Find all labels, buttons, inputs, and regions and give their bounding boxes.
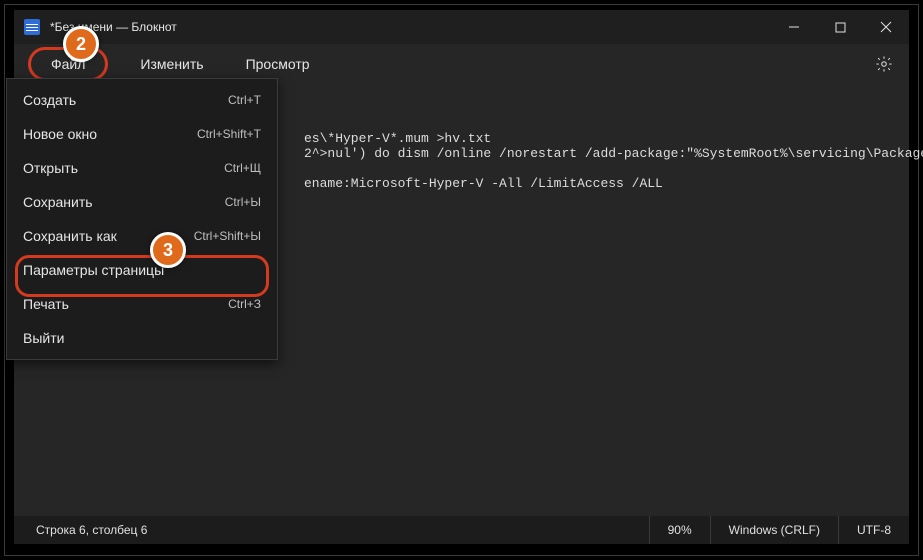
menu-item-label: Сохранить как <box>23 228 117 244</box>
maximize-button[interactable] <box>817 10 863 44</box>
status-encoding[interactable]: UTF-8 <box>838 516 909 544</box>
editor-line: es\*Hyper-V*.mum >hv.txt <box>304 131 491 146</box>
titlebar: *Без имени — Блокнот <box>14 10 909 44</box>
status-zoom[interactable]: 90% <box>649 516 710 544</box>
editor-line: 2^>nul') do dism /online /norestart /add… <box>304 146 923 161</box>
menu-item-open[interactable]: Открыть Ctrl+Щ <box>7 151 277 185</box>
menu-item-print[interactable]: Печать Ctrl+З <box>7 287 277 321</box>
menu-item-shortcut: Ctrl+Shift+T <box>197 127 261 141</box>
menu-item-save[interactable]: Сохранить Ctrl+Ы <box>7 185 277 219</box>
menu-item-shortcut: Ctrl+З <box>228 297 261 311</box>
minimize-button[interactable] <box>771 10 817 44</box>
menu-item-page-setup[interactable]: Параметры страницы <box>7 253 277 287</box>
menu-item-label: Открыть <box>23 160 78 176</box>
menu-item-label: Новое окно <box>23 126 97 142</box>
menu-item-new-window[interactable]: Новое окно Ctrl+Shift+T <box>7 117 277 151</box>
menu-item-shortcut: Ctrl+T <box>228 93 261 107</box>
statusbar: Строка 6, столбец 6 90% Windows (CRLF) U… <box>14 516 909 544</box>
menu-item-label: Параметры страницы <box>23 262 164 278</box>
menu-item-shortcut: Ctrl+Щ <box>224 161 261 175</box>
menu-item-shortcut: Ctrl+Shift+Ы <box>194 229 261 243</box>
menu-item-shortcut: Ctrl+Ы <box>225 195 261 209</box>
menu-item-label: Сохранить <box>23 194 93 210</box>
menu-item-label: Выйти <box>23 330 64 346</box>
menu-view[interactable]: Просмотр <box>236 52 320 76</box>
status-position: Строка 6, столбец 6 <box>36 523 147 537</box>
menu-item-exit[interactable]: Выйти <box>7 321 277 355</box>
menu-item-save-as[interactable]: Сохранить как Ctrl+Shift+Ы <box>7 219 277 253</box>
menu-item-new[interactable]: Создать Ctrl+T <box>7 83 277 117</box>
close-button[interactable] <box>863 10 909 44</box>
menu-item-label: Печать <box>23 296 69 312</box>
editor-line: ename:Microsoft-Hyper-V -All /LimitAcces… <box>304 176 663 191</box>
annotation-badge-2: 2 <box>63 26 99 62</box>
annotation-badge-3: 3 <box>150 232 186 268</box>
status-line-ending[interactable]: Windows (CRLF) <box>710 516 838 544</box>
notepad-icon <box>24 19 40 35</box>
menu-edit[interactable]: Изменить <box>130 52 213 76</box>
gear-icon[interactable] <box>875 55 893 73</box>
menu-item-label: Создать <box>23 92 76 108</box>
file-menu-dropdown: Создать Ctrl+T Новое окно Ctrl+Shift+T О… <box>6 78 278 360</box>
